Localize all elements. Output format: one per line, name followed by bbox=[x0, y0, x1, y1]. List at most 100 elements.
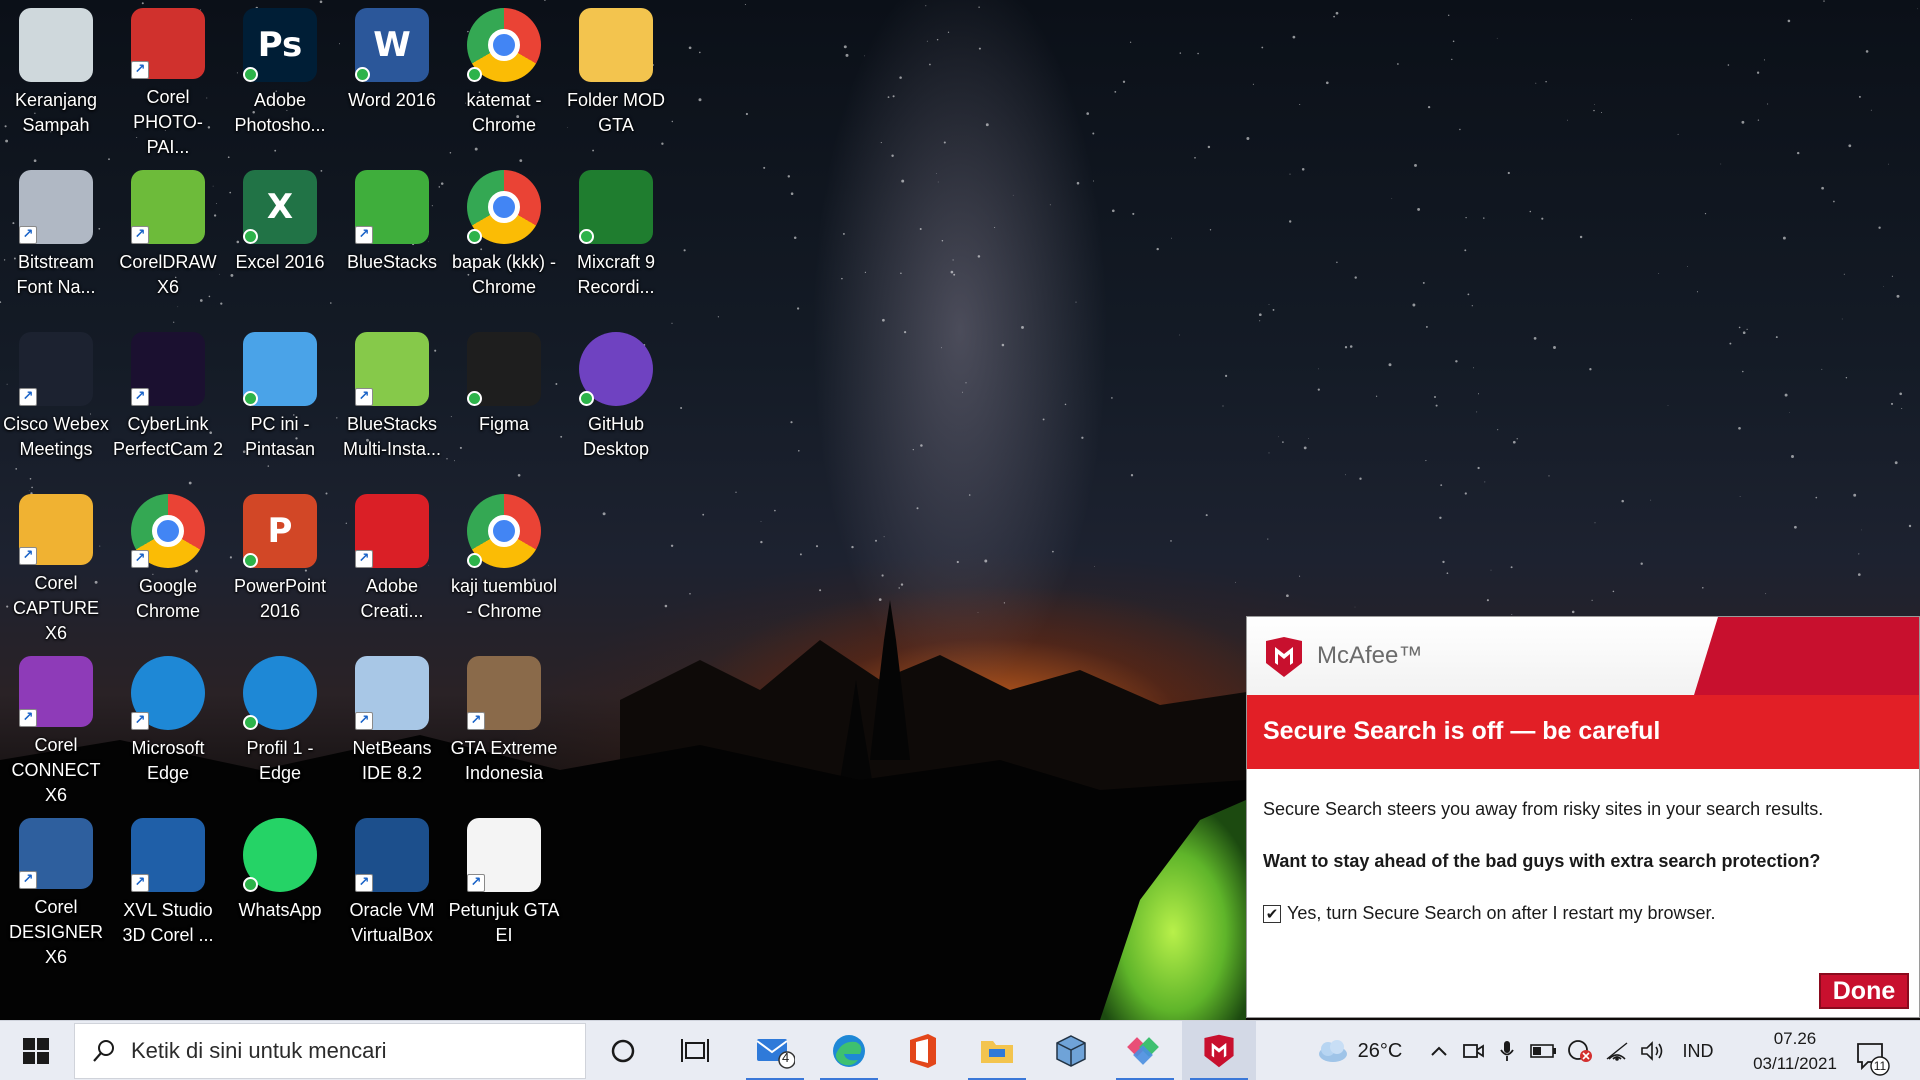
star bbox=[1225, 374, 1228, 377]
desktop-icon[interactable]: Folder MOD GTA bbox=[560, 0, 672, 160]
star bbox=[1391, 198, 1393, 199]
secure-search-checkbox[interactable]: ✔ bbox=[1263, 904, 1281, 923]
star bbox=[1704, 213, 1707, 215]
task-view-button[interactable] bbox=[658, 1021, 732, 1080]
desktop-icon[interactable]: Mixcraft 9 Recordi... bbox=[560, 162, 672, 322]
star bbox=[793, 236, 797, 239]
input-language[interactable]: IND bbox=[1674, 1021, 1722, 1080]
sync-status-icon bbox=[467, 391, 482, 406]
star bbox=[1621, 499, 1624, 503]
virtualbox-icon: ↗ bbox=[355, 818, 429, 892]
desktop-icon-label: CorelDRAW X6 bbox=[119, 252, 217, 297]
desktop-icon[interactable]: ↗ BlueStacks bbox=[336, 162, 448, 322]
sync-status-icon bbox=[243, 229, 258, 244]
desktop-icon-label: Microsoft Edge bbox=[131, 738, 205, 783]
desktop-icon[interactable]: ↗ Petunjuk GTA EI bbox=[448, 810, 560, 970]
microphone-icon[interactable] bbox=[1492, 1021, 1522, 1080]
desktop-icon[interactable]: kaji tuembuol - Chrome bbox=[448, 486, 560, 646]
desktop-icon[interactable]: ↗ Corel DESIGNER X6 bbox=[0, 810, 112, 970]
desktop-icon[interactable]: WhatsApp bbox=[224, 810, 336, 970]
star bbox=[1738, 426, 1741, 430]
weather-temperature[interactable]: 26°C bbox=[1354, 1021, 1406, 1080]
desktop-icon[interactable]: ↗ Adobe Creati... bbox=[336, 486, 448, 646]
star bbox=[1207, 145, 1211, 149]
battery-icon[interactable] bbox=[1526, 1021, 1560, 1080]
star bbox=[683, 249, 686, 252]
desktop-icon[interactable]: ↗ CyberLink PerfectCam 2 bbox=[112, 324, 224, 484]
volume-icon[interactable] bbox=[1636, 1021, 1668, 1080]
sync-status-icon bbox=[243, 391, 258, 406]
star bbox=[1908, 524, 1912, 528]
taskbar-mail[interactable]: 4 bbox=[738, 1021, 812, 1080]
taskbar-mcafee[interactable] bbox=[1182, 1021, 1256, 1080]
desktop-icon[interactable]: ↗ CorelDRAW X6 bbox=[112, 162, 224, 322]
desktop-icon[interactable]: W Word 2016 bbox=[336, 0, 448, 160]
star bbox=[1484, 481, 1486, 483]
taskbar-colorful-app[interactable] bbox=[1108, 1021, 1182, 1080]
desktop-icon[interactable]: X Excel 2016 bbox=[224, 162, 336, 322]
desktop-icon[interactable]: ↗ Corel CAPTURE X6 bbox=[0, 486, 112, 646]
taskbar: Ketik di sini untuk mencari 4 26°C IND 0… bbox=[0, 1020, 1920, 1080]
chevron-up-icon[interactable] bbox=[1424, 1021, 1454, 1080]
desktop-icon[interactable]: ↗ Corel PHOTO-PAI... bbox=[112, 0, 224, 160]
star bbox=[1425, 460, 1427, 462]
desktop-icon[interactable]: bapak (kkk) - Chrome bbox=[448, 162, 560, 322]
star bbox=[1821, 368, 1823, 370]
mcafee-shield-icon bbox=[1266, 637, 1302, 677]
action-center-button[interactable]: 11 bbox=[1854, 1040, 1890, 1076]
star bbox=[1156, 247, 1159, 251]
star bbox=[1533, 337, 1537, 340]
sync-status-icon bbox=[467, 67, 482, 82]
mcafee-checkbox-row[interactable]: ✔ Yes, turn Secure Search on after I res… bbox=[1263, 903, 1903, 924]
taskbar-search-box[interactable]: Ketik di sini untuk mencari bbox=[74, 1023, 586, 1079]
start-button[interactable] bbox=[0, 1021, 72, 1080]
desktop-icon[interactable]: P PowerPoint 2016 bbox=[224, 486, 336, 646]
taskbar-file-explorer[interactable] bbox=[960, 1021, 1034, 1080]
taskbar-edge[interactable] bbox=[812, 1021, 886, 1080]
cortana-circle-icon bbox=[611, 1039, 635, 1063]
star bbox=[1064, 403, 1067, 406]
desktop-icon[interactable]: GitHub Desktop bbox=[560, 324, 672, 484]
shortcut-arrow-icon: ↗ bbox=[355, 550, 373, 568]
desktop-icon[interactable]: ↗ Corel CONNECT X6 bbox=[0, 648, 112, 808]
desktop-icon-label: GTA Extreme Indonesia bbox=[450, 738, 558, 783]
desktop-icon[interactable]: katemat - Chrome bbox=[448, 0, 560, 160]
desktop-icon-label: GitHub Desktop bbox=[582, 414, 650, 459]
desktop-icon[interactable]: ↗ NetBeans IDE 8.2 bbox=[336, 648, 448, 808]
desktop-icon[interactable]: ↗ Bitstream Font Na... bbox=[0, 162, 112, 322]
desktop-icon[interactable]: ↗ Microsoft Edge bbox=[112, 648, 224, 808]
taskbar-office[interactable] bbox=[886, 1021, 960, 1080]
desktop-icon[interactable]: PC ini - Pintasan bbox=[224, 324, 336, 484]
wifi-icon[interactable] bbox=[1602, 1021, 1632, 1080]
done-button[interactable]: Done bbox=[1819, 973, 1909, 1009]
desktop-icon[interactable]: ↗ XVL Studio 3D Corel ... bbox=[112, 810, 224, 970]
meet-now-icon[interactable] bbox=[1458, 1021, 1488, 1080]
perfectcam-icon: ↗ bbox=[131, 332, 205, 406]
weather-widget[interactable] bbox=[1310, 1021, 1354, 1080]
desktop-icon[interactable]: Keranjang Sampah bbox=[0, 0, 112, 160]
desktop-icon[interactable]: Ps Adobe Photosho... bbox=[224, 0, 336, 160]
star bbox=[1741, 120, 1745, 124]
star bbox=[1746, 328, 1748, 330]
desktop-icon[interactable]: ↗ Google Chrome bbox=[112, 486, 224, 646]
desktop-icon[interactable]: Figma bbox=[448, 324, 560, 484]
star bbox=[845, 53, 849, 57]
secure-search-checkbox-label[interactable]: Yes, turn Secure Search on after I resta… bbox=[1287, 903, 1716, 924]
security-alert-icon[interactable] bbox=[1564, 1021, 1596, 1080]
shortcut-arrow-icon: ↗ bbox=[19, 709, 37, 727]
desktop-icon[interactable]: ↗ BlueStacks Multi-Insta... bbox=[336, 324, 448, 484]
desktop-icon[interactable]: ↗ Cisco Webex Meetings bbox=[0, 324, 112, 484]
desktop-icon[interactable]: ↗ GTA Extreme Indonesia bbox=[448, 648, 560, 808]
shortcut-arrow-icon: ↗ bbox=[355, 874, 373, 892]
desktop-icon-label: PowerPoint 2016 bbox=[233, 576, 327, 621]
star bbox=[1858, 95, 1861, 98]
desktop-icon[interactable]: Profil 1 - Edge bbox=[224, 648, 336, 808]
icon-glyph: P bbox=[267, 511, 293, 551]
star bbox=[965, 382, 967, 384]
taskbar-clock[interactable]: 07.26 03/11/2021 bbox=[1740, 1026, 1850, 1076]
star bbox=[937, 181, 939, 183]
star bbox=[698, 98, 702, 102]
cortana-button[interactable] bbox=[586, 1021, 660, 1080]
desktop-icon[interactable]: ↗ Oracle VM VirtualBox bbox=[336, 810, 448, 970]
taskbar-3d-box-app[interactable] bbox=[1034, 1021, 1108, 1080]
